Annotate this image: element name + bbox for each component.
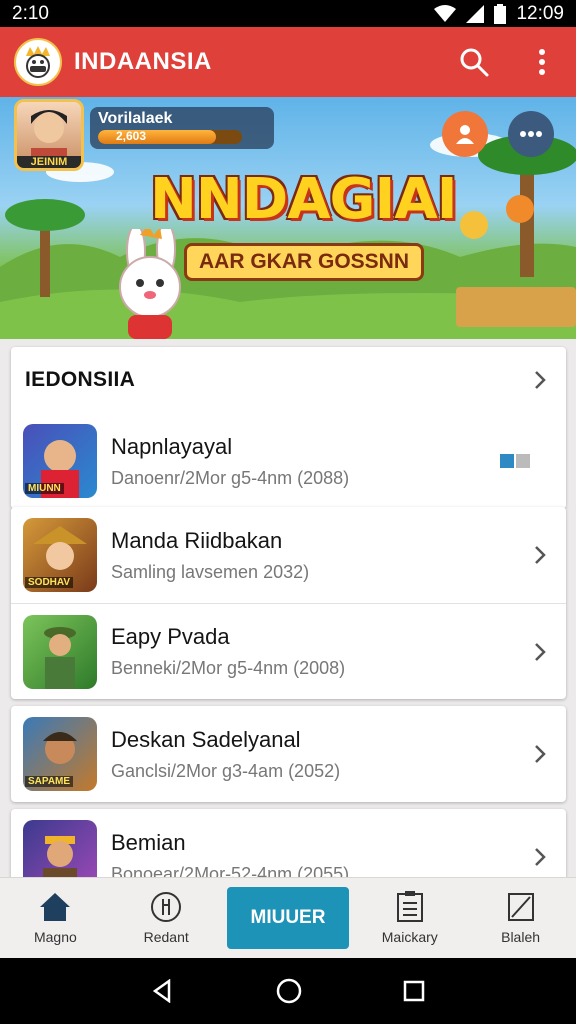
list-icon — [396, 891, 423, 922]
nav-item-redant[interactable]: Redant — [116, 891, 216, 945]
system-nav-bar — [0, 958, 576, 1024]
compass-icon — [151, 892, 182, 922]
profile-info: Vorilalaek 2,603 — [90, 107, 274, 149]
list-item[interactable]: MIUNN Napnlayayal Danoenr/2Mor g5-4nm (2… — [11, 413, 566, 509]
item-subtitle: Danoenr/2Mor g5-4nm (2088) — [111, 467, 350, 488]
chat-button[interactable] — [508, 111, 554, 157]
section-title: IEDONSIIA — [25, 368, 136, 391]
game-thumbnail — [23, 820, 97, 877]
game-card: Bemian Bonoear/2Mor-52-4nm (2055) — [11, 809, 566, 877]
player-xp: 2,603 — [116, 130, 147, 143]
signal-icon — [466, 4, 485, 23]
nav-label: Magno — [33, 929, 77, 945]
nav-item-blaleh[interactable]: Blaleh — [471, 891, 571, 945]
home-icon — [40, 893, 71, 921]
thumb-label: SODHAV — [25, 577, 74, 588]
banner-subtitle: AAR GKAR GOSSNN — [184, 243, 425, 281]
item-title: Bemian — [111, 829, 186, 855]
bunny-mascot — [119, 229, 181, 339]
nav-item-home[interactable]: Magno — [5, 891, 105, 945]
wifi-icon — [434, 4, 457, 22]
chevron-right-icon[interactable] — [528, 742, 552, 766]
game-thumbnail — [23, 614, 97, 689]
avatar-tag: JEINIM — [17, 156, 81, 168]
nav-label: Redant — [143, 929, 189, 945]
nav-label: Maickary — [381, 929, 438, 945]
item-subtitle: Samling lavsemen 2032) — [111, 561, 310, 582]
mascot-logo-icon[interactable] — [14, 38, 62, 86]
list-item[interactable]: SAPAME Deskan Sadelyanal Ganclsi/2Mor g3… — [11, 706, 566, 802]
toggle-icon[interactable] — [500, 454, 530, 468]
chevron-right-icon[interactable] — [528, 640, 552, 664]
status-icons: 12:09 — [434, 3, 564, 25]
item-subtitle: Bonoear/2Mor-52-4nm (2055) — [111, 863, 350, 878]
home-circle-icon[interactable] — [276, 978, 302, 1004]
back-icon[interactable] — [151, 979, 175, 1003]
list-item[interactable]: Eapy Pvada Benneki/2Mor g5-4nm (2008) — [11, 603, 566, 699]
status-time-right: 12:09 — [516, 2, 564, 24]
section-card: IEDONSIIA MIUNN Napnlayayal Danoenr/2Mor… — [11, 347, 566, 509]
status-time-left: 2:10 — [12, 2, 49, 24]
chevron-right-icon[interactable] — [528, 368, 552, 392]
app-title: INDAANSIA — [74, 48, 212, 75]
game-card: SAPAME Deskan Sadelyanal Ganclsi/2Mor g3… — [11, 706, 566, 802]
xp-progress-bar: 2,603 — [98, 130, 242, 144]
item-subtitle: Ganclsi/2Mor g3-4am (2052) — [111, 760, 341, 781]
search-icon[interactable] — [454, 42, 494, 82]
game-thumbnail: SAPAME — [23, 717, 97, 791]
nav-label: Blaleh — [501, 929, 541, 945]
friends-button[interactable] — [442, 111, 488, 157]
game-thumbnail: SODHAV — [23, 518, 97, 592]
item-title: Napnlayayal — [111, 433, 233, 459]
edit-icon — [507, 893, 534, 921]
nav-item-maickary[interactable]: Maickary — [360, 891, 460, 945]
status-bar: 2:10 12:09 — [0, 0, 576, 27]
battery-icon — [494, 3, 507, 24]
hero-banner[interactable]: JEINIM Vorilalaek 2,603 NNDAGIAI AAR GKA… — [0, 97, 576, 339]
game-card: SODHAV Manda Riidbakan Samling lavsemen … — [11, 507, 566, 699]
section-header[interactable]: IEDONSIIA — [11, 347, 566, 413]
thumb-label: MIUNN — [25, 483, 64, 494]
recents-icon[interactable] — [403, 980, 425, 1002]
item-subtitle: Benneki/2Mor g5-4nm (2008) — [111, 658, 346, 678]
list-item[interactable]: Bemian Bonoear/2Mor-52-4nm (2055) — [11, 809, 566, 877]
chevron-right-icon[interactable] — [528, 543, 552, 567]
thumb-label: SAPAME — [25, 776, 74, 787]
player-profile[interactable]: JEINIM Vorilalaek 2,603 — [14, 99, 274, 171]
banner-title: NNDAGIAI — [150, 167, 458, 232]
avatar[interactable]: JEINIM — [14, 99, 84, 171]
app-bar: INDAANSIA — [0, 27, 576, 97]
chevron-right-icon[interactable] — [528, 845, 552, 869]
game-list: IEDONSIIA MIUNN Napnlayayal Danoenr/2Mor… — [0, 339, 576, 877]
player-name: Vorilalaek — [98, 110, 173, 127]
nav-primary-button[interactable]: MIUUER — [226, 887, 349, 949]
game-thumbnail: MIUNN — [23, 424, 97, 498]
more-vert-icon[interactable] — [522, 42, 562, 82]
bottom-nav: Magno Redant MIUUER Maickary Blaleh — [0, 877, 576, 958]
item-title: Eapy Pvada — [111, 624, 230, 649]
list-item[interactable]: SODHAV Manda Riidbakan Samling lavsemen … — [11, 507, 566, 603]
item-title: Manda Riidbakan — [111, 527, 283, 553]
item-title: Deskan Sadelyanal — [111, 726, 301, 752]
